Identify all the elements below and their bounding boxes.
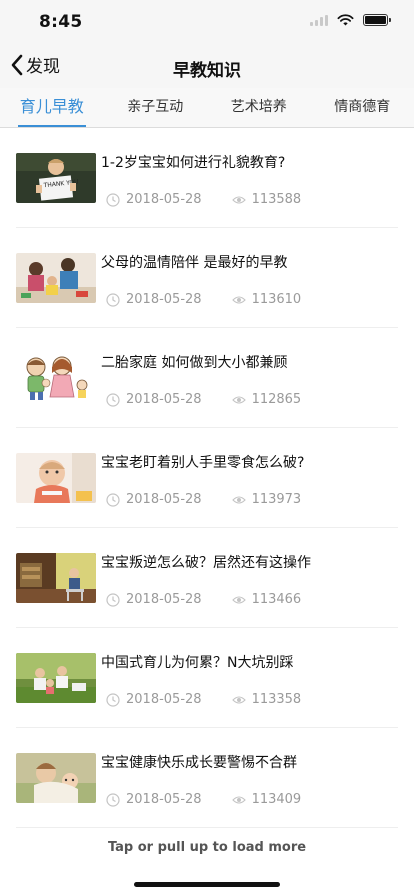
article-views: 113409 bbox=[251, 792, 302, 807]
article-thumbnail bbox=[16, 253, 96, 303]
eye-icon bbox=[231, 195, 246, 204]
status-time: 8:45 bbox=[39, 12, 83, 32]
clock-icon bbox=[106, 492, 120, 507]
article-title: 二胎家庭 如何做到大小都兼顾 bbox=[101, 355, 288, 371]
article-thumbnail: THANK YOU bbox=[16, 153, 96, 203]
article-date: 2018-05-28 bbox=[126, 392, 202, 407]
clock-icon bbox=[106, 792, 120, 807]
tab-art[interactable]: 艺术培养 bbox=[207, 88, 311, 127]
clock-icon bbox=[106, 692, 120, 707]
eye-icon bbox=[231, 495, 246, 504]
article-meta: 2018-05-28 113409 bbox=[106, 792, 301, 807]
article-thumbnail bbox=[16, 653, 96, 703]
list-item[interactable]: 宝宝老盯着别人手里零食怎么破? 2018-05-28 113973 bbox=[16, 428, 398, 528]
home-indicator[interactable] bbox=[134, 882, 280, 887]
list-item[interactable]: 二胎家庭 如何做到大小都兼顾 2018-05-28 112865 bbox=[16, 328, 398, 428]
article-list: THANK YOU 1-2岁宝宝如何进行礼貌教育? 2018-05-28 113… bbox=[0, 128, 414, 828]
article-thumbnail bbox=[16, 453, 96, 503]
article-title: 中国式育儿为何累？N大坑别踩 bbox=[101, 655, 294, 671]
article-views: 112865 bbox=[251, 392, 302, 407]
article-date: 2018-05-28 bbox=[126, 792, 202, 807]
clock-icon bbox=[106, 592, 120, 607]
article-views: 113358 bbox=[251, 692, 302, 707]
article-date: 2018-05-28 bbox=[126, 492, 202, 507]
eye-icon bbox=[231, 595, 246, 604]
article-meta: 2018-05-28 113466 bbox=[106, 592, 301, 607]
list-item[interactable]: 父母的温情陪伴 是最好的早教 2018-05-28 113610 bbox=[16, 228, 398, 328]
article-thumbnail bbox=[16, 553, 96, 603]
article-title: 宝宝叛逆怎么破？居然还有这操作 bbox=[101, 555, 311, 571]
list-item[interactable]: 中国式育儿为何累？N大坑别踩 2018-05-28 113358 bbox=[16, 628, 398, 728]
article-title: 父母的温情陪伴 是最好的早教 bbox=[101, 255, 288, 271]
load-more-button[interactable]: Tap or pull up to load more bbox=[0, 840, 414, 855]
eye-icon bbox=[231, 395, 246, 404]
list-item[interactable]: THANK YOU 1-2岁宝宝如何进行礼貌教育? 2018-05-28 113… bbox=[16, 128, 398, 228]
article-meta: 2018-05-28 113358 bbox=[106, 692, 301, 707]
clock-icon bbox=[106, 392, 120, 407]
article-thumbnail bbox=[16, 753, 96, 803]
article-views: 113588 bbox=[251, 192, 302, 207]
tab-parent-child[interactable]: 亲子互动 bbox=[104, 88, 208, 127]
battery-icon bbox=[363, 14, 391, 26]
article-views: 113973 bbox=[251, 492, 302, 507]
article-date: 2018-05-28 bbox=[126, 592, 202, 607]
page-title: 早教知识 bbox=[173, 61, 241, 81]
eye-icon bbox=[231, 695, 246, 704]
cellular-signal-icon bbox=[310, 14, 328, 26]
article-views: 113466 bbox=[251, 592, 302, 607]
list-item[interactable]: 宝宝健康快乐成长要警惕不合群 2018-05-28 113409 bbox=[16, 728, 398, 828]
tab-early-education[interactable]: 育儿早教 bbox=[0, 88, 104, 127]
article-date: 2018-05-28 bbox=[126, 192, 202, 207]
article-date: 2018-05-28 bbox=[126, 292, 202, 307]
article-title: 1-2岁宝宝如何进行礼貌教育? bbox=[101, 155, 286, 171]
article-title: 宝宝老盯着别人手里零食怎么破? bbox=[101, 455, 305, 471]
clock-icon bbox=[106, 292, 120, 307]
status-icons bbox=[310, 14, 391, 26]
navigation-bar: 发现 早教知识 bbox=[0, 44, 414, 88]
article-views: 113610 bbox=[251, 292, 302, 307]
tab-eq-moral[interactable]: 情商德育 bbox=[311, 88, 414, 127]
wifi-icon bbox=[337, 14, 354, 26]
article-thumbnail bbox=[16, 353, 96, 403]
eye-icon bbox=[231, 295, 246, 304]
status-bar: 8:45 bbox=[0, 0, 414, 44]
eye-icon bbox=[231, 795, 246, 804]
article-meta: 2018-05-28 113973 bbox=[106, 492, 301, 507]
article-date: 2018-05-28 bbox=[126, 692, 202, 707]
category-tabs: 育儿早教 亲子互动 艺术培养 情商德育 bbox=[0, 88, 414, 128]
clock-icon bbox=[106, 192, 120, 207]
article-title: 宝宝健康快乐成长要警惕不合群 bbox=[101, 755, 297, 771]
article-meta: 2018-05-28 113588 bbox=[106, 192, 301, 207]
list-item[interactable]: 宝宝叛逆怎么破？居然还有这操作 2018-05-28 113466 bbox=[16, 528, 398, 628]
article-meta: 2018-05-28 113610 bbox=[106, 292, 301, 307]
article-meta: 2018-05-28 112865 bbox=[106, 392, 301, 407]
